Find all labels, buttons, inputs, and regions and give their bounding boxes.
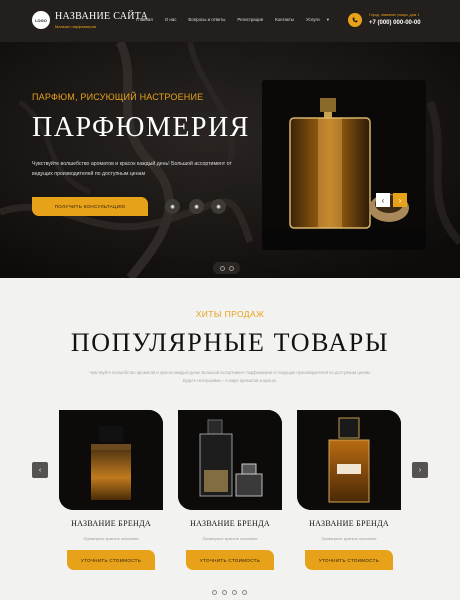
perfume-bottle-image [178,410,282,510]
product-image[interactable] [297,410,401,510]
chevron-left-icon: ‹ [381,195,385,205]
send-icon[interactable]: ◉ [211,199,226,214]
site-header: LOGO НАЗВАНИЕ САЙТА Магазин парфюмерии Г… [0,0,460,42]
product-description: Примерное краткое описание [321,536,377,541]
product-description: Примерное краткое описание [83,536,139,541]
products-pagination [212,590,247,595]
nav-item-home[interactable]: Главная [136,17,153,23]
address: Город, название улицы, дом 1 [369,13,420,17]
hero-dot[interactable] [228,265,234,271]
perfume-bottle-image [297,410,401,510]
page-dot[interactable] [212,590,217,595]
logo-text: LOGO [35,17,47,23]
main-nav: Главная О нас Вопросы и ответы Регистрац… [136,17,329,23]
section-text: Чувствуйте волшебство ароматов и красок … [89,370,371,383]
phone-button[interactable] [348,13,362,27]
nav-item-services-label: Услуги [306,17,320,22]
hero-text: Чувствуйте волшебство ароматов и красок … [32,161,232,177]
check-price-button[interactable]: УТОЧНИТЬ СТОИМОСТЬ [67,550,155,570]
product-brand[interactable]: НАЗВАНИЕ БРЕНДА [297,519,401,528]
product-image[interactable] [59,410,163,510]
nav-item-register[interactable]: Регистрация [237,17,263,23]
hero-next-button[interactable]: › [393,193,407,207]
site-title[interactable]: НАЗВАНИЕ САЙТА [55,11,148,22]
products-prev-button[interactable]: ‹ [32,462,48,478]
nav-item-faq[interactable]: Вопросы и ответы [188,17,225,23]
phone-icon [352,17,358,23]
hero-title: ПАРФЮМЕРИЯ [32,112,250,143]
check-price-button[interactable]: УТОЧНИТЬ СТОИМОСТЬ [305,550,393,570]
page-dot[interactable] [222,590,227,595]
consultation-button[interactable]: ПОЛУЧИТЬ КОНСУЛЬТАЦИЮ [32,197,148,216]
perfume-bottle-image [59,410,163,510]
section-kicker: ХИТЫ ПРОДАЖ [195,309,265,319]
nav-item-contacts[interactable]: Контакты [275,17,294,23]
product-brand[interactable]: НАЗВАНИЕ БРЕНДА [59,519,163,528]
product-description: Примерное краткое описание [202,536,258,541]
logo[interactable]: LOGO [32,11,50,29]
nav-item-services[interactable]: Услуги ▾ [306,17,329,23]
hero-pagination [213,262,240,274]
page-dot[interactable] [242,590,247,595]
product-image[interactable] [178,410,282,510]
nav-item-about[interactable]: О нас [165,17,177,23]
vk-icon[interactable]: ◉ [165,199,180,214]
hero-kicker: ПАРФЮМ, РИСУЮЩИЙ НАСТРОЕНИЕ [32,92,204,102]
check-price-button[interactable]: УТОЧНИТЬ СТОИМОСТЬ [186,550,274,570]
hero-dot[interactable] [219,265,225,271]
phone-number[interactable]: +7 (000) 000-00-00 [369,20,421,26]
product-brand[interactable]: НАЗВАНИЕ БРЕНДА [178,519,282,528]
chevron-down-icon: ▾ [326,17,330,22]
hero-prev-button[interactable]: ‹ [376,193,390,207]
chevron-right-icon: › [398,195,402,205]
hero-perfume-image [262,80,426,250]
perfume-bottle-image [262,80,426,250]
chevron-left-icon: ‹ [38,466,42,474]
page-dot[interactable] [232,590,237,595]
telegram-icon[interactable]: ◉ [189,199,204,214]
products-next-button[interactable]: › [412,462,428,478]
hero-section: ПАРФЮМ, РИСУЮЩИЙ НАСТРОЕНИЕ ПАРФЮМЕРИЯ Ч… [0,42,460,278]
chevron-right-icon: › [418,466,422,474]
site-subtitle: Магазин парфюмерии [55,24,97,29]
section-title: ПОПУЛЯРНЫЕ ТОВАРЫ [70,328,390,357]
